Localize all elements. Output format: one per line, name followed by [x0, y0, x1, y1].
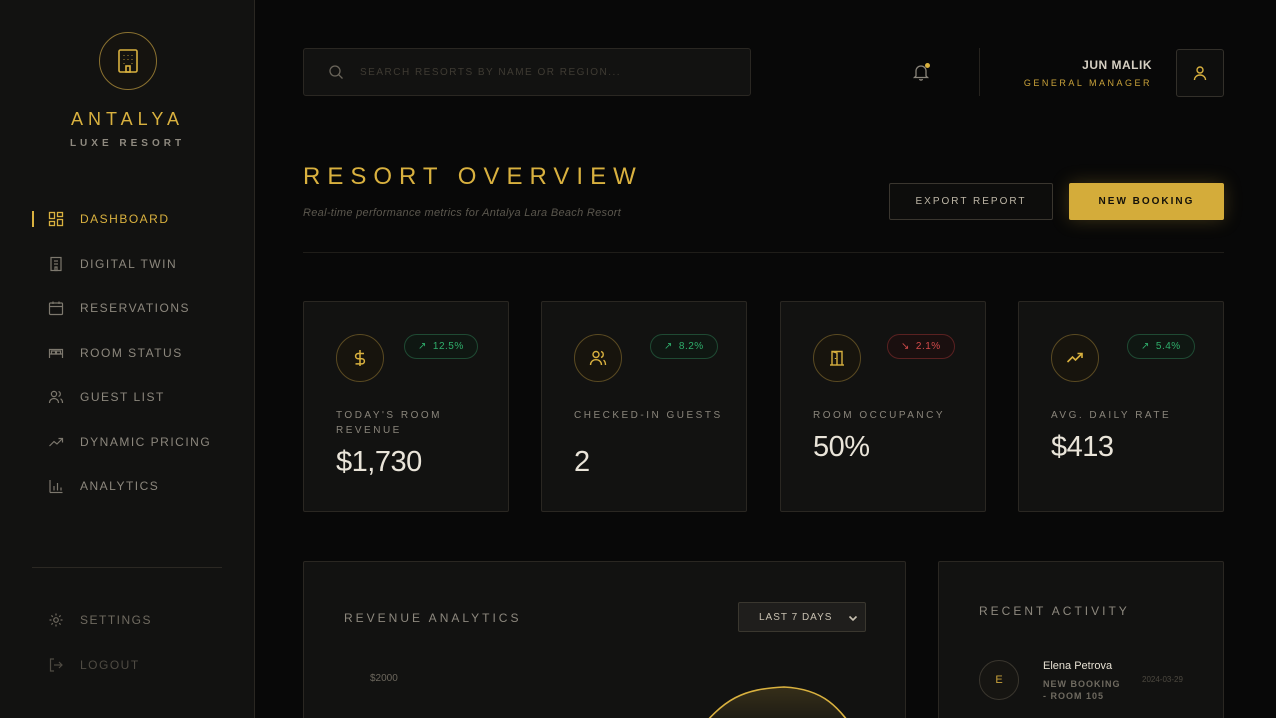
sidebar-item-logout[interactable]: LOGOUT	[32, 653, 232, 677]
header-divider	[979, 48, 980, 96]
stat-value: 2	[574, 446, 590, 478]
sidebar-item-label: GUEST LIST	[80, 390, 165, 404]
trend-badge: ↗ 12.5%	[404, 334, 478, 359]
sidebar-item-label: ROOM STATUS	[80, 346, 183, 360]
arrow-up-right-icon: ↗	[1141, 341, 1150, 352]
arrow-down-right-icon: ↘	[901, 341, 910, 352]
trend-badge: ↘ 2.1%	[887, 334, 955, 359]
dashboard-grid-icon	[48, 211, 64, 227]
arrow-up-right-icon: ↗	[418, 341, 427, 352]
sidebar-item-digital-twin[interactable]: DIGITAL TWIN	[32, 252, 232, 276]
active-marker	[32, 211, 34, 227]
sidebar-item-label: RESERVATIONS	[80, 301, 191, 315]
trend-badge: ↗ 8.2%	[650, 334, 718, 359]
sidebar-item-room-status[interactable]: ROOM STATUS	[32, 341, 232, 365]
stat-value: $1,730	[336, 446, 422, 478]
sidebar-item-label: ANALYTICS	[80, 479, 160, 493]
trend-up-icon	[48, 434, 64, 450]
users-icon	[574, 334, 622, 382]
sidebar-divider	[32, 567, 222, 568]
search-icon	[329, 65, 343, 79]
user-profile-button[interactable]	[1176, 49, 1224, 97]
y-axis-tick: $2000	[370, 673, 398, 684]
logout-icon	[48, 657, 64, 673]
search-bar[interactable]	[303, 48, 751, 96]
sidebar-item-label: LOGOUT	[80, 658, 140, 672]
sidebar-item-label: DASHBOARD	[80, 212, 170, 226]
user-role: GENERAL MANAGER	[1023, 78, 1152, 88]
revenue-analytics-panel: REVENUE ANALYTICS LAST 7 DAYS $2000	[303, 561, 906, 718]
new-booking-button[interactable]: NEW BOOKING	[1069, 183, 1224, 220]
date-range-select[interactable]: LAST 7 DAYS	[738, 602, 866, 632]
stat-label: TODAY'S ROOM REVENUE	[336, 410, 442, 436]
chevron-down-icon	[848, 615, 858, 622]
bar-chart-icon	[48, 478, 64, 494]
stat-value: 50%	[813, 431, 870, 463]
activity-date: 2024-03-29	[1142, 675, 1183, 684]
trend-badge: ↗ 5.4%	[1127, 334, 1195, 359]
search-input[interactable]	[360, 66, 740, 78]
stat-card-guests: ↗ 8.2% CHECKED-IN GUESTS 2	[541, 301, 747, 512]
revenue-curve	[708, 686, 847, 718]
calendar-icon	[48, 300, 64, 316]
user-name: JUN MALIK	[1082, 58, 1152, 72]
activity-guest-name: Elena Petrova	[1043, 660, 1113, 672]
activity-title: RECENT ACTIVITY	[979, 604, 1130, 618]
stat-label: CHECKED-IN GUESTS	[574, 410, 723, 421]
activity-description: NEW BOOKING - ROOM 105	[1043, 679, 1121, 701]
gear-icon	[48, 612, 64, 628]
sidebar-item-settings[interactable]: SETTINGS	[32, 608, 232, 632]
brand-name: ANTALYA	[70, 109, 185, 129]
brand-subtitle: LUXE RESORT	[69, 138, 186, 149]
sidebar: ANTALYA LUXE RESORT DASHBOARD DIGITAL TW…	[0, 0, 255, 718]
users-icon	[48, 389, 64, 405]
sidebar-item-reservations[interactable]: RESERVATIONS	[32, 296, 232, 320]
page-title: RESORT OVERVIEW	[303, 163, 643, 190]
stat-label: ROOM OCCUPANCY	[813, 410, 946, 421]
stat-card-adr: ↗ 5.4% AVG. DAILY RATE $413	[1018, 301, 1224, 512]
trend-up-icon	[1051, 334, 1099, 382]
recent-activity-panel: RECENT ACTIVITY E Elena Petrova NEW BOOK…	[938, 561, 1224, 718]
page-subtitle: Real-time performance metrics for Antaly…	[303, 207, 622, 219]
door-icon	[813, 334, 861, 382]
sidebar-item-label: DIGITAL TWIN	[80, 257, 178, 271]
building-icon	[48, 256, 64, 272]
notifications-button[interactable]	[909, 60, 933, 84]
title-divider	[303, 252, 1224, 253]
user-icon	[1193, 66, 1207, 81]
building-logo-icon	[118, 49, 138, 73]
revenue-title: REVENUE ANALYTICS	[344, 611, 522, 625]
stat-card-occupancy: ↘ 2.1% ROOM OCCUPANCY 50%	[780, 301, 986, 512]
sidebar-item-dynamic-pricing[interactable]: DYNAMIC PRICING	[32, 430, 232, 454]
sidebar-item-label: SETTINGS	[80, 613, 153, 627]
sidebar-item-analytics[interactable]: ANALYTICS	[32, 474, 232, 498]
arrow-up-right-icon: ↗	[664, 341, 673, 352]
sidebar-item-guest-list[interactable]: GUEST LIST	[32, 385, 232, 409]
logo	[99, 32, 157, 90]
stat-label: AVG. DAILY RATE	[1051, 410, 1172, 421]
bed-icon	[48, 345, 64, 361]
dollar-icon	[336, 334, 384, 382]
sidebar-item-label: DYNAMIC PRICING	[80, 435, 212, 449]
export-report-button[interactable]: EXPORT REPORT	[889, 183, 1053, 220]
stat-value: $413	[1051, 431, 1114, 463]
stat-card-revenue: ↗ 12.5% TODAY'S ROOM REVENUE $1,730	[303, 301, 509, 512]
sidebar-item-dashboard[interactable]: DASHBOARD	[32, 207, 232, 231]
avatar: E	[979, 660, 1019, 700]
notification-dot	[925, 63, 930, 68]
